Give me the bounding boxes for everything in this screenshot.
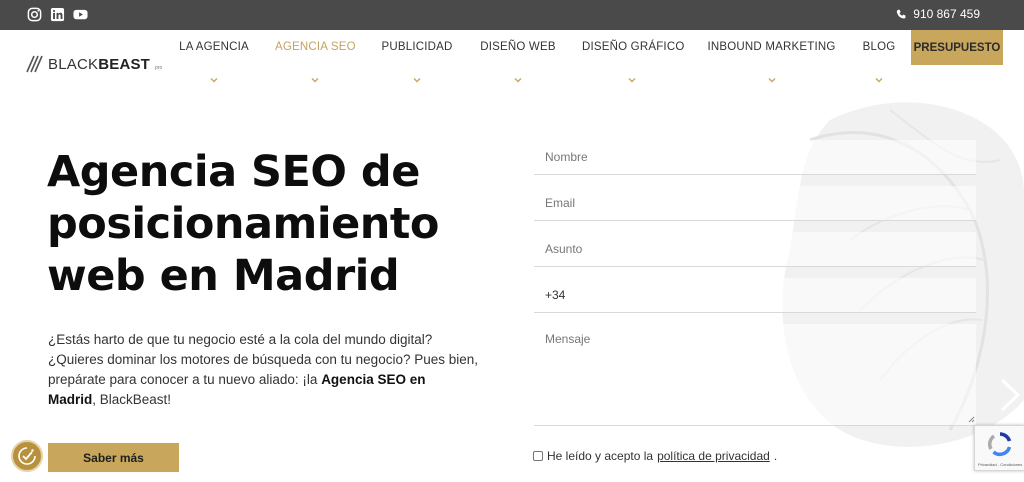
nav-item-blog[interactable]: BLOG: [861, 30, 897, 100]
name-field[interactable]: [534, 140, 976, 174]
nav-item-la-agencia[interactable]: LA AGENCIA: [178, 30, 250, 100]
message-field-wrap: [534, 324, 976, 426]
nav-label: INBOUND MARKETING: [707, 41, 836, 53]
name-field-wrap: [534, 140, 976, 175]
consent-text: He leído y acepto la: [547, 449, 654, 463]
logo-mark-icon: [26, 55, 43, 73]
top-bar: 910 867 459: [0, 0, 1024, 30]
phone-icon: [897, 9, 906, 18]
presupuesto-button[interactable]: PRESUPUESTO: [911, 30, 1003, 65]
linkedin-icon[interactable]: [50, 7, 65, 22]
nav-item-inbound-marketing[interactable]: INBOUND MARKETING: [707, 30, 836, 100]
hero-text-bold: Agencia SEO en: [321, 372, 426, 387]
nav-label: AGENCIA SEO: [275, 41, 356, 53]
main-header: BLACKBEAST pro LA AGENCIA AGENCIA SEO PU…: [0, 30, 1024, 100]
chevron-down-icon: [311, 78, 319, 83]
email-field-wrap: [534, 186, 976, 221]
email-field[interactable]: [534, 186, 976, 220]
phone-contact[interactable]: 910 867 459: [896, 7, 980, 21]
recaptcha-icon: [988, 432, 1012, 457]
nav-label: PUBLICIDAD: [381, 41, 453, 53]
cookie-settings-button[interactable]: [11, 440, 43, 472]
saber-mas-button[interactable]: Saber más: [48, 443, 179, 472]
chevron-down-icon: [875, 78, 883, 83]
hero-text-bold: Madrid: [48, 392, 93, 407]
chevron-down-icon: [768, 78, 775, 83]
recaptcha-text: Privacidad - Condiciones: [978, 462, 1023, 467]
chevron-down-icon: [628, 78, 636, 83]
cookie-icon: [18, 447, 36, 465]
recaptcha-badge[interactable]: Privacidad - Condiciones: [974, 425, 1024, 471]
hero-description: ¿Estás harto de que tu negocio esté a la…: [48, 330, 488, 410]
message-field[interactable]: [534, 324, 976, 420]
chevron-down-icon: [514, 78, 522, 83]
phone-field-wrap: [534, 278, 976, 313]
nav-item-diseno-web[interactable]: DISEÑO WEB: [479, 30, 557, 100]
youtube-icon[interactable]: [73, 7, 88, 22]
privacy-policy-link[interactable]: política de privacidad: [657, 449, 770, 463]
nav-label: DISEÑO GRÁFICO: [582, 41, 685, 53]
resize-grip-icon[interactable]: [968, 416, 975, 423]
subject-field-wrap: [534, 232, 976, 267]
instagram-icon[interactable]: [27, 7, 42, 22]
nav-label: BLOG: [862, 41, 896, 53]
logo-suffix: pro: [155, 65, 163, 71]
phone-number: 910 867 459: [913, 7, 980, 21]
nav-item-publicidad[interactable]: PUBLICIDAD: [380, 30, 454, 100]
phone-field[interactable]: [534, 278, 976, 312]
page-title: Agencia SEO de posicionamiento web en Ma…: [47, 146, 507, 302]
title-line-1: Agencia SEO de: [47, 147, 420, 197]
logo-text: BLACKBEAST: [48, 55, 151, 73]
subject-field[interactable]: [534, 232, 976, 266]
chevron-down-icon: [413, 78, 421, 83]
nav-item-diseno-grafico[interactable]: DISEÑO GRÁFICO: [582, 30, 685, 100]
title-line-3: web en Madrid: [47, 251, 400, 301]
hero-text-part: , BlackBeast!: [92, 392, 172, 407]
title-line-2: posicionamiento: [47, 199, 439, 249]
social-links: [27, 7, 88, 22]
chevron-down-icon: [210, 78, 218, 83]
privacy-consent: He leído y acepto la política de privaci…: [533, 449, 777, 463]
logo[interactable]: BLACKBEAST pro: [24, 55, 162, 73]
nav-label: DISEÑO WEB: [480, 41, 556, 53]
consent-end: .: [773, 449, 778, 463]
nav-label: LA AGENCIA: [179, 41, 249, 53]
privacy-checkbox[interactable]: [533, 451, 543, 461]
nav-item-agencia-seo[interactable]: AGENCIA SEO: [275, 30, 356, 100]
